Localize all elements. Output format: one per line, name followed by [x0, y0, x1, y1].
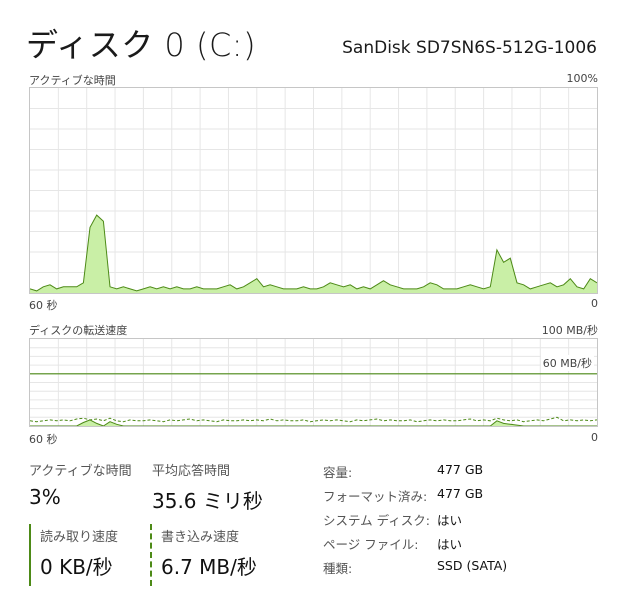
active-time-stat-label: アクティブな時間 — [29, 464, 132, 479]
disk-model: SanDisk SD7SN6S-512G-1006 — [342, 38, 597, 58]
write-speed-stat-value: 6.7 MB/秒 — [161, 555, 257, 579]
transfer-graph-label: ディスクの転送速度 — [29, 324, 128, 337]
prop-system-disk-label: システム ディスク: — [323, 513, 430, 528]
active-time-chart — [30, 88, 597, 293]
prop-type-label: 種類: — [323, 561, 353, 576]
active-time-right-axis-label: 0 — [591, 297, 598, 310]
active-time-stat-value: 3% — [29, 485, 61, 509]
prop-page-file-value: はい — [437, 537, 463, 552]
write-speed-indicator-bar — [150, 524, 152, 586]
avg-response-stat-value: 35.6 ミリ秒 — [152, 489, 263, 513]
active-time-graph-label: アクティブな時間 — [29, 74, 116, 87]
active-time-graph — [29, 87, 598, 294]
prop-formatted-label: フォーマット済み: — [323, 489, 428, 504]
prop-capacity-value: 477 GB — [437, 462, 484, 477]
read-speed-indicator-bar — [29, 524, 31, 586]
transfer-max-label: 100 MB/秒 — [541, 324, 598, 337]
read-speed-stat-value: 0 KB/秒 — [40, 555, 113, 579]
prop-formatted-value: 477 GB — [437, 486, 484, 501]
prop-type-value: SSD (SATA) — [437, 558, 508, 573]
transfer-rate-chart — [30, 339, 597, 426]
transfer-right-axis-label: 0 — [591, 431, 598, 444]
active-time-left-axis-label: 60 秒 — [29, 299, 58, 312]
prop-capacity-label: 容量: — [323, 465, 353, 480]
transfer-left-axis-label: 60 秒 — [29, 433, 58, 446]
disk-title: ディスク 0 (C:) — [26, 26, 257, 64]
transfer-reference-label: 60 MB/秒 — [540, 355, 594, 371]
avg-response-stat-label: 平均応答時間 — [152, 464, 231, 479]
prop-page-file-label: ページ ファイル: — [323, 537, 419, 552]
write-speed-stat-label: 書き込み速度 — [161, 530, 240, 545]
active-time-max-label: 100% — [566, 72, 598, 85]
read-speed-stat-label: 読み取り速度 — [40, 530, 119, 545]
transfer-rate-graph — [29, 338, 598, 427]
prop-system-disk-value: はい — [437, 513, 463, 528]
